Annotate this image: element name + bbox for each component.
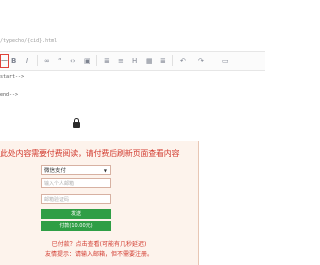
ordered-list-icon[interactable]: ≣: [104, 56, 110, 66]
email-field[interactable]: 输入个人邮箱: [41, 178, 111, 188]
code-start-line: start-->: [0, 74, 25, 80]
url-path: /typecho/{cid}.html: [0, 38, 58, 44]
code-end-line: end-->: [0, 92, 19, 98]
paywall-title: 此处内容需要付费阅读，请付费后刷新页面查看内容: [0, 149, 180, 158]
redo-icon[interactable]: ↷: [198, 56, 204, 66]
payment-method-select[interactable]: 微信支付 ▼: [41, 165, 111, 175]
chevron-down-icon: ▼: [103, 168, 107, 173]
bold-button[interactable]: B: [11, 56, 16, 66]
lock-icon: [73, 118, 80, 128]
undo-icon[interactable]: ↶: [180, 56, 186, 66]
paywall-panel: 此处内容需要付费阅读，请付费后刷新页面查看内容 微信支付 ▼ 输入个人邮箱 邮箱…: [0, 141, 199, 265]
paid-check-link[interactable]: 已付款？点击查看(可能有几秒延迟): [0, 239, 198, 248]
quote-icon[interactable]: “: [58, 56, 62, 66]
preview-icon[interactable]: ▭: [222, 56, 229, 66]
tip-text: 友情提示：请输入邮箱，但不需要注册。: [44, 251, 153, 258]
heading-icon[interactable]: H: [132, 56, 137, 66]
verification-code-field[interactable]: 邮箱验证码: [41, 194, 111, 204]
payment-method-value: 微信支付: [44, 168, 67, 174]
send-code-button[interactable]: 发送: [41, 209, 111, 219]
pay-button[interactable]: 付款(10.00元): [41, 221, 111, 231]
table-icon[interactable]: ▦: [146, 56, 153, 66]
code-icon[interactable]: ‹›: [70, 56, 76, 66]
unordered-list-icon[interactable]: ≡: [118, 56, 124, 66]
hr-button[interactable]: —: [0, 54, 9, 68]
italic-button[interactable]: I: [26, 56, 28, 66]
image-icon[interactable]: ▣: [84, 56, 91, 66]
editor-toolbar: — B I ∞ “ ‹› ▣ ≣ ≡ H ▦ ≣ ↶ ↷ ▭: [0, 51, 265, 71]
link-icon[interactable]: ∞: [44, 56, 50, 66]
more-icon[interactable]: ≣: [160, 56, 166, 66]
